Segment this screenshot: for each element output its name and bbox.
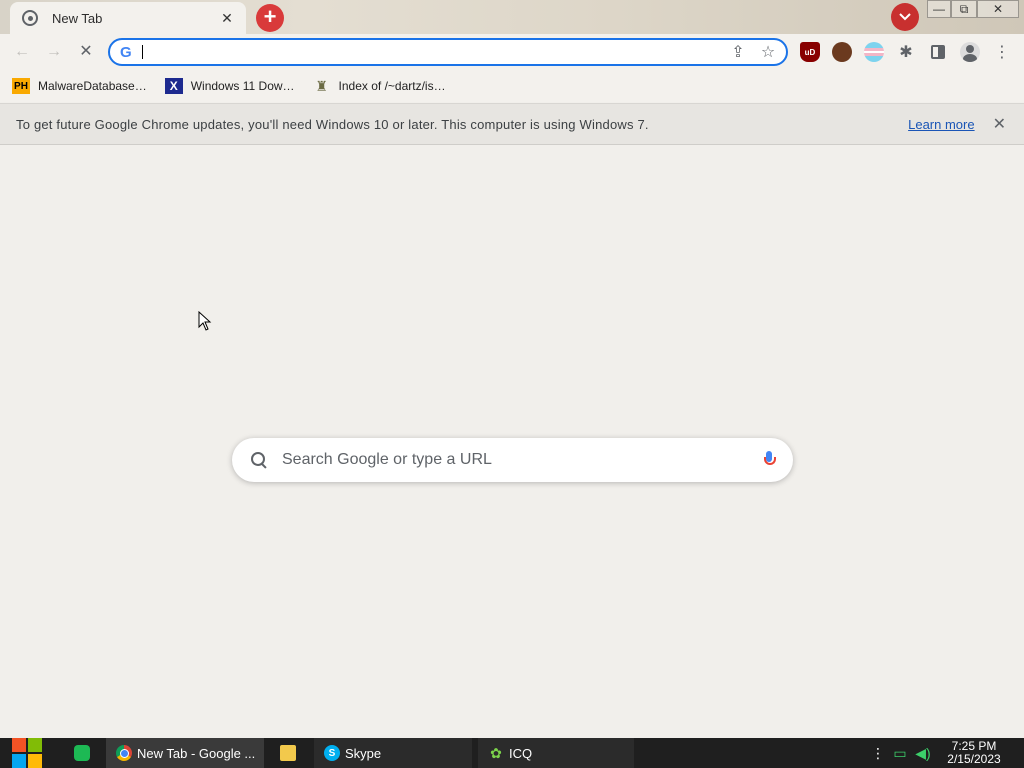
bookmark-star-icon[interactable]: ☆ xyxy=(756,40,780,64)
taskbar-chrome-label: New Tab - Google ... xyxy=(137,745,256,761)
taskbar-file-explorer[interactable] xyxy=(272,738,308,768)
taskbar-chrome[interactable]: New Tab - Google ... xyxy=(106,738,264,768)
extension-avatar-icon[interactable] xyxy=(832,42,852,62)
bookmark-label: MalwareDatabase… xyxy=(38,79,147,93)
google-g-icon: G xyxy=(120,43,132,61)
taskbar-icq[interactable]: ✿ ICQ xyxy=(478,738,634,768)
tab-close-icon[interactable]: ✕ xyxy=(218,10,236,27)
clock[interactable]: 7:25 PM 2/15/2023 xyxy=(934,740,1014,766)
restore-button[interactable]: ⧉ xyxy=(951,0,977,18)
bookmark-label: Windows 11 Dow… xyxy=(190,79,295,93)
omnibox[interactable]: G ⇪ ☆ xyxy=(108,38,788,66)
mouse-cursor-icon xyxy=(198,311,212,331)
text-cursor xyxy=(142,45,143,59)
ublock-origin-icon[interactable]: uD xyxy=(800,42,820,62)
search-icon xyxy=(250,451,268,469)
pornhub-icon: PH xyxy=(12,78,30,94)
minimize-button[interactable]: — xyxy=(927,0,951,18)
new-tab-button[interactable]: + xyxy=(256,4,284,32)
tab-title: New Tab xyxy=(52,10,103,26)
network-icon[interactable]: ▭ xyxy=(888,745,912,762)
tab-search-button[interactable] xyxy=(891,3,919,31)
stop-reload-button[interactable]: ✕ xyxy=(76,42,96,62)
clock-date: 2/15/2023 xyxy=(947,752,1001,766)
extensions-puzzle-icon[interactable]: ✱ xyxy=(896,42,916,62)
close-window-button[interactable]: ✕ xyxy=(977,0,1019,18)
volume-icon[interactable]: ◀) xyxy=(912,745,934,762)
infobar-close-icon[interactable]: ✕ xyxy=(993,114,1006,134)
back-button[interactable]: ← xyxy=(12,42,32,62)
search-box[interactable]: Search Google or type a URL xyxy=(232,438,793,482)
bookmark-label: Index of /~dartz/is… xyxy=(338,79,446,93)
side-panel-icon[interactable] xyxy=(928,42,948,62)
folder-icon xyxy=(279,745,296,761)
tab-new-tab[interactable]: New Tab ✕ xyxy=(10,2,246,34)
forward-button[interactable]: → xyxy=(44,42,64,62)
folder-tree-icon: ♜ xyxy=(315,77,328,94)
new-tab-page: Search Google or type a URL xyxy=(0,146,1024,738)
learn-more-link[interactable]: Learn more xyxy=(908,117,974,132)
taskbar-icq-label: ICQ xyxy=(509,745,533,761)
chrome-favicon-icon xyxy=(22,10,38,26)
taskbar-skype-label: Skype xyxy=(345,745,382,761)
update-infobar: To get future Google Chrome updates, you… xyxy=(0,103,1024,145)
extension-flag-icon[interactable] xyxy=(864,42,884,62)
bookmark-malwaredatabase[interactable]: PH MalwareDatabase… xyxy=(12,78,147,94)
tray-overflow-icon[interactable]: ⋮ xyxy=(868,745,888,762)
toolbar: ← → ✕ G ⇪ ☆ uD ✱ ⋮ xyxy=(0,34,1024,70)
profile-avatar-icon[interactable] xyxy=(960,42,980,62)
microphone-icon[interactable] xyxy=(763,451,776,469)
bookmark-windows-11[interactable]: X Windows 11 Dow… xyxy=(164,78,295,94)
chevron-down-icon xyxy=(899,13,911,21)
x-icon: X xyxy=(164,78,183,94)
windows-logo-icon xyxy=(12,738,42,768)
share-icon[interactable]: ⇪ xyxy=(726,40,750,64)
start-button[interactable] xyxy=(8,738,44,768)
skype-icon: S xyxy=(324,745,340,761)
bookmark-index-of-dartz[interactable]: ♜ Index of /~dartz/is… xyxy=(313,77,446,94)
bookmarks-bar: PH MalwareDatabase… X Windows 11 Dow… ♜ … xyxy=(0,70,1024,102)
search-placeholder[interactable]: Search Google or type a URL xyxy=(282,451,763,469)
omnibox-input[interactable] xyxy=(145,44,726,60)
system-tray: ⋮ ▭ ◀) 7:25 PM 2/15/2023 xyxy=(868,738,1024,768)
icq-flower-icon: ✿ xyxy=(490,744,502,761)
taskbar: New Tab - Google ... S Skype ✿ ICQ ⋮ ▭ ◀… xyxy=(0,738,1024,768)
chrome-icon xyxy=(116,745,132,761)
taskbar-skype[interactable]: S Skype xyxy=(314,738,472,768)
chrome-menu-icon[interactable]: ⋮ xyxy=(992,42,1012,62)
title-bar: New Tab ✕ + — ⧉ ✕ xyxy=(0,0,1024,34)
spotify-icon[interactable] xyxy=(74,745,90,761)
infobar-message: To get future Google Chrome updates, you… xyxy=(16,116,649,132)
